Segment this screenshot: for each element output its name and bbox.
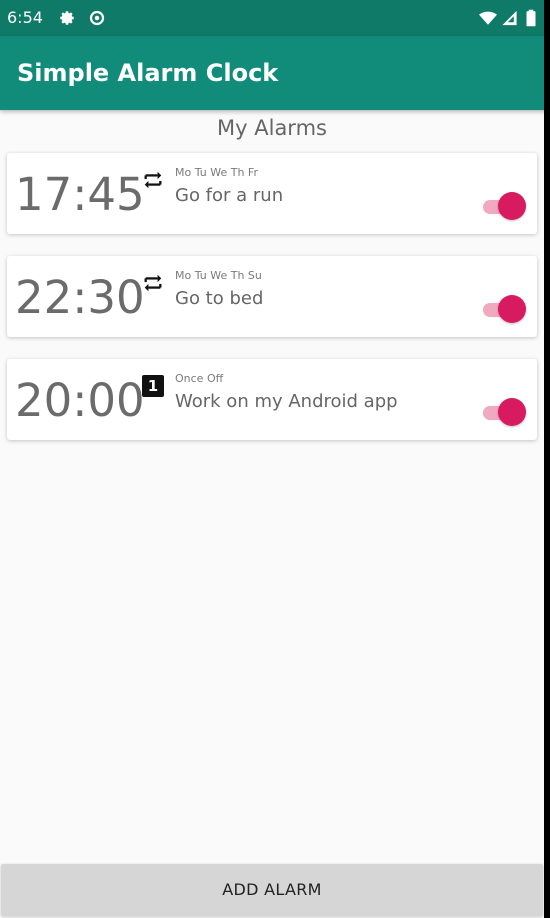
toggle-knob [498, 192, 526, 220]
alarm-toggle[interactable] [482, 397, 526, 427]
app-title: Simple Alarm Clock [17, 59, 279, 87]
repeat-icon [142, 167, 164, 193]
screen-edge [544, 0, 550, 918]
alarm-label: Work on my Android app [175, 391, 398, 412]
alarm-toggle[interactable] [482, 191, 526, 221]
alarm-days: Mo Tu We Th Fr [175, 166, 258, 179]
alarm-time: 20:00 [15, 374, 145, 427]
status-bar: 6:54 [0, 0, 550, 36]
repeat-icon [142, 270, 164, 296]
alarm-toggle[interactable] [482, 294, 526, 324]
alarm-days: Mo Tu We Th Su [175, 269, 262, 282]
battery-icon [524, 9, 538, 27]
alarm-time: 17:45 [15, 168, 145, 221]
toggle-knob [498, 295, 526, 323]
data-saver-icon [88, 9, 106, 27]
alarm-card[interactable]: 17:45 Mo Tu We Th Fr Go for a run [7, 153, 537, 234]
status-time: 6:54 [7, 8, 43, 27]
add-alarm-button[interactable]: ADD ALARM [1, 864, 543, 916]
toggle-knob [498, 398, 526, 426]
app-bar: Simple Alarm Clock [0, 36, 550, 110]
section-title: My Alarms [217, 116, 327, 140]
cell-signal-icon [501, 9, 518, 27]
alarm-days: Once Off [175, 372, 224, 385]
alarm-time: 22:30 [15, 271, 145, 324]
alarm-label: Go to bed [175, 288, 264, 309]
wifi-icon [478, 9, 498, 27]
alarm-label: Go for a run [175, 185, 284, 206]
gear-icon [58, 9, 76, 27]
one-time-icon: 1 [142, 375, 164, 397]
alarm-card[interactable]: 22:30 Mo Tu We Th Su Go to bed [7, 256, 537, 337]
alarm-card[interactable]: 20:00 1 Once Off Work on my Android app [7, 359, 537, 440]
